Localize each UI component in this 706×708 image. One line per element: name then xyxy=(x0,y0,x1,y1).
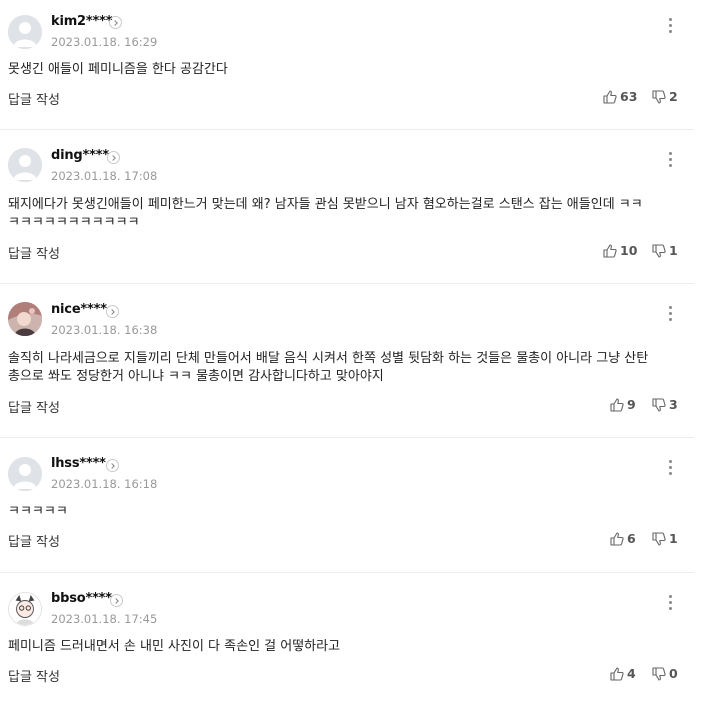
reply-button[interactable]: 답글 작성 xyxy=(8,89,60,108)
like-count: 4 xyxy=(627,666,636,681)
thumbs-down-icon xyxy=(652,666,666,681)
comment-date: 2023.01.18. 16:38 xyxy=(51,323,158,337)
comment-text: ㅋㅋㅋㅋㅋ xyxy=(8,504,68,519)
dislike-count: 1 xyxy=(669,531,678,546)
comment-text: 페미니즘 드러내면서 손 내민 사진이 다 족손인 걸 어떻하라고 xyxy=(8,639,341,654)
dislike-count: 2 xyxy=(669,89,678,104)
username[interactable]: kim2**** xyxy=(51,14,112,29)
comment-text: 솔직히 나라세금으로 지들끼리 단체 만들어서 배달 음식 시켜서 한쪽 성별 … xyxy=(8,351,649,384)
reply-button[interactable]: 답글 작성 xyxy=(8,531,60,550)
comment-text: 못생긴 애들이 페미니즘을 한다 공감간다 xyxy=(8,62,228,77)
more-options-icon[interactable] xyxy=(667,306,673,322)
more-options-icon[interactable] xyxy=(667,18,673,34)
dislike-count: 0 xyxy=(669,666,678,681)
comment-text: 돼지에다가 못생긴애들이 페미한느거 맞는데 왜? 남자들 관심 못받으니 남자… xyxy=(8,197,643,230)
dislike-button[interactable]: 0 xyxy=(652,666,678,681)
username[interactable]: bbso**** xyxy=(51,591,112,606)
thumbs-down-icon xyxy=(652,531,666,546)
username[interactable]: ding**** xyxy=(51,148,109,163)
default-avatar[interactable] xyxy=(8,148,42,182)
comment-item: bbso**** 2023.01.18. 17:45 페미니즘 드러내면서 손 … xyxy=(0,573,694,708)
thumbs-down-icon xyxy=(652,397,666,412)
like-count: 6 xyxy=(627,531,636,546)
comment-date: 2023.01.18. 17:08 xyxy=(51,169,158,183)
reply-button[interactable]: 답글 작성 xyxy=(8,397,60,416)
like-count: 9 xyxy=(627,397,636,412)
default-avatar[interactable] xyxy=(8,15,42,49)
profile-arrow-icon[interactable] xyxy=(106,305,119,318)
like-button[interactable]: 10 xyxy=(603,243,637,258)
like-button[interactable]: 4 xyxy=(610,666,636,681)
like-button[interactable]: 6 xyxy=(610,531,636,546)
like-count: 63 xyxy=(620,89,638,104)
dislike-count: 3 xyxy=(669,397,678,412)
profile-arrow-icon[interactable] xyxy=(109,16,122,29)
dislike-button[interactable]: 2 xyxy=(652,89,678,104)
comment-date: 2023.01.18. 16:29 xyxy=(51,35,158,49)
reply-button[interactable]: 답글 작성 xyxy=(8,243,60,262)
comment-date: 2023.01.18. 17:45 xyxy=(51,612,158,626)
more-options-icon[interactable] xyxy=(667,152,673,168)
thumbs-up-icon xyxy=(610,531,624,546)
comment-item: nice**** 2023.01.18. 16:38 솔직히 나라세금으로 지들… xyxy=(0,284,694,438)
thumbs-down-icon xyxy=(652,89,666,104)
thumbs-up-icon xyxy=(610,666,624,681)
comment-item: ding**** 2023.01.18. 17:08 돼지에다가 못생긴애들이 … xyxy=(0,130,694,284)
reply-button[interactable]: 답글 작성 xyxy=(8,666,60,685)
user-avatar[interactable] xyxy=(8,302,42,336)
comment-item: kim2**** 2023.01.18. 16:29 못생긴 애들이 페미니즘을… xyxy=(0,0,694,130)
dislike-button[interactable]: 1 xyxy=(652,243,678,258)
default-avatar[interactable] xyxy=(8,457,42,491)
comment-item: lhss**** 2023.01.18. 16:18 ㅋㅋㅋㅋㅋ 답글 작성 6… xyxy=(0,438,694,573)
username[interactable]: nice**** xyxy=(51,302,107,317)
dislike-button[interactable]: 3 xyxy=(652,397,678,412)
thumbs-up-icon xyxy=(610,397,624,412)
thumbs-down-icon xyxy=(652,243,666,258)
thumbs-up-icon xyxy=(603,89,617,104)
more-options-icon[interactable] xyxy=(667,595,673,611)
more-options-icon[interactable] xyxy=(667,460,673,476)
like-button[interactable]: 9 xyxy=(610,397,636,412)
profile-arrow-icon[interactable] xyxy=(106,459,119,472)
profile-arrow-icon[interactable] xyxy=(110,594,123,607)
comment-list: kim2**** 2023.01.18. 16:29 못생긴 애들이 페미니즘을… xyxy=(0,0,694,708)
dislike-count: 1 xyxy=(669,243,678,258)
profile-arrow-icon[interactable] xyxy=(107,151,120,164)
like-button[interactable]: 63 xyxy=(603,89,637,104)
user-avatar[interactable] xyxy=(8,592,42,626)
thumbs-up-icon xyxy=(603,243,617,258)
comment-date: 2023.01.18. 16:18 xyxy=(51,477,158,491)
username[interactable]: lhss**** xyxy=(51,456,106,471)
dislike-button[interactable]: 1 xyxy=(652,531,678,546)
like-count: 10 xyxy=(620,243,638,258)
